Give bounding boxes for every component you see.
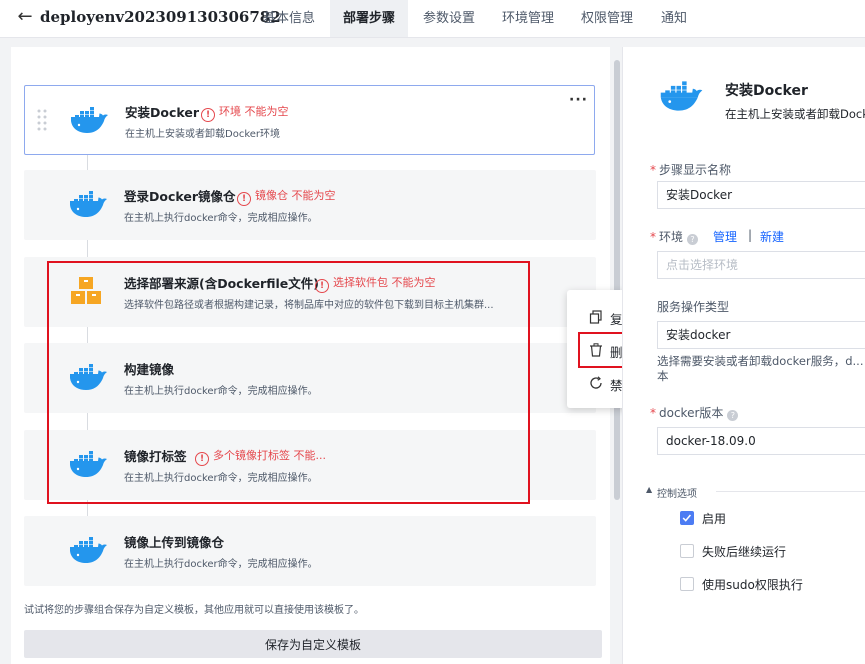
save-template-button[interactable]: 保存为自定义模板 [24, 630, 602, 658]
template-hint: 试试将您的步骤组合保存为自定义模板，其他应用就可以直接使用该模板了。 [24, 605, 364, 616]
step-card-login-registry[interactable]: 登录Docker镜像仓 ! 镜像仓 不能为空 在主机上执行docker命令，完成相… [24, 170, 596, 240]
more-options-icon[interactable]: ··· [569, 92, 588, 108]
docker-icon [70, 537, 107, 563]
tab-deploy-steps[interactable]: 部署步骤 [330, 0, 408, 37]
detail-desc: 在主机上安装或者卸载Docker环境 [725, 107, 865, 121]
docker-version-select[interactable]: docker-18.09.0 [657, 427, 865, 455]
collapse-caret-icon[interactable]: ▲ [646, 485, 652, 494]
enable-checkbox[interactable] [680, 511, 694, 525]
step-title: 镜像上传到镜像仓 [124, 535, 225, 550]
env-manage-link[interactable]: 管理 [713, 228, 737, 245]
docker-icon [70, 191, 107, 217]
copy-icon [589, 310, 602, 324]
enable-label: 启用 [702, 512, 727, 526]
divider [716, 491, 865, 492]
tab-permissions[interactable]: 权限管理 [571, 0, 643, 37]
env-select[interactable]: 点击选择环境 [657, 251, 865, 279]
continue-on-fail-label: 失败后继续运行 [702, 545, 787, 559]
env-link-separator: | [748, 228, 753, 242]
warning-icon: ! [201, 108, 215, 122]
step-desc: 在主机上安装或者卸载Docker环境 [125, 129, 281, 140]
disable-icon [590, 376, 602, 389]
back-arrow-icon[interactable]: ← [14, 6, 36, 28]
step-error: ! 镜像仓 不能为空 [237, 187, 336, 206]
step-card-install-docker[interactable]: 安装Docker ! 环境 不能为空 在主机上安装或者卸载Docker环境 ··· [24, 85, 595, 155]
sudo-checkbox[interactable] [680, 577, 694, 591]
warning-icon: ! [237, 192, 251, 206]
highlight-frame-steps [47, 261, 530, 504]
help-icon[interactable]: ? [727, 410, 739, 421]
continue-on-fail-checkbox[interactable] [680, 544, 694, 558]
page-title: deployenv202309130306782 [40, 8, 281, 26]
help-icon[interactable]: ? [687, 234, 699, 245]
step-card-push-image[interactable]: 镜像上传到镜像仓 在主机上执行docker命令，完成相应操作。 [24, 516, 596, 586]
docker-icon [660, 81, 703, 111]
steps-scrollbar[interactable] [614, 60, 620, 500]
service-op-select[interactable]: 安装docker [657, 321, 865, 349]
tab-env-manage[interactable]: 环境管理 [492, 0, 564, 37]
check-icon [682, 514, 692, 522]
step-desc: 在主机上执行docker命令，完成相应操作。 [124, 213, 318, 224]
top-header: ← deployenv202309130306782 基本信息 部署步骤 参数设… [0, 0, 865, 38]
step-desc: 在主机上执行docker命令，完成相应操作。 [124, 559, 318, 570]
detail-title: 安装Docker [725, 83, 808, 99]
service-op-help: 选择需要安装或者卸载docker服务，d...本 [657, 354, 864, 383]
tab-notify[interactable]: 通知 [652, 0, 696, 37]
display-name-label: * 步骤显示名称 [650, 163, 732, 177]
service-op-label: 服务操作类型 [657, 300, 730, 314]
step-title: 安装Docker [125, 105, 199, 120]
env-create-link[interactable]: 新建 [760, 228, 784, 245]
display-name-input[interactable]: 安装Docker [657, 181, 865, 209]
sudo-label: 使用sudo权限执行 [702, 578, 803, 592]
tab-params[interactable]: 参数设置 [413, 0, 485, 37]
step-title: 登录Docker镜像仓 [124, 189, 236, 204]
step-error: ! 环境 不能为空 [201, 103, 289, 122]
control-options-title: 控制选项 [657, 489, 697, 500]
drag-handle-icon[interactable] [37, 108, 47, 134]
tab-basic-info[interactable]: 基本信息 [253, 0, 325, 37]
docker-version-label: * docker版本? [650, 404, 739, 421]
env-label: * 环境? [650, 228, 699, 245]
docker-icon [71, 107, 108, 133]
